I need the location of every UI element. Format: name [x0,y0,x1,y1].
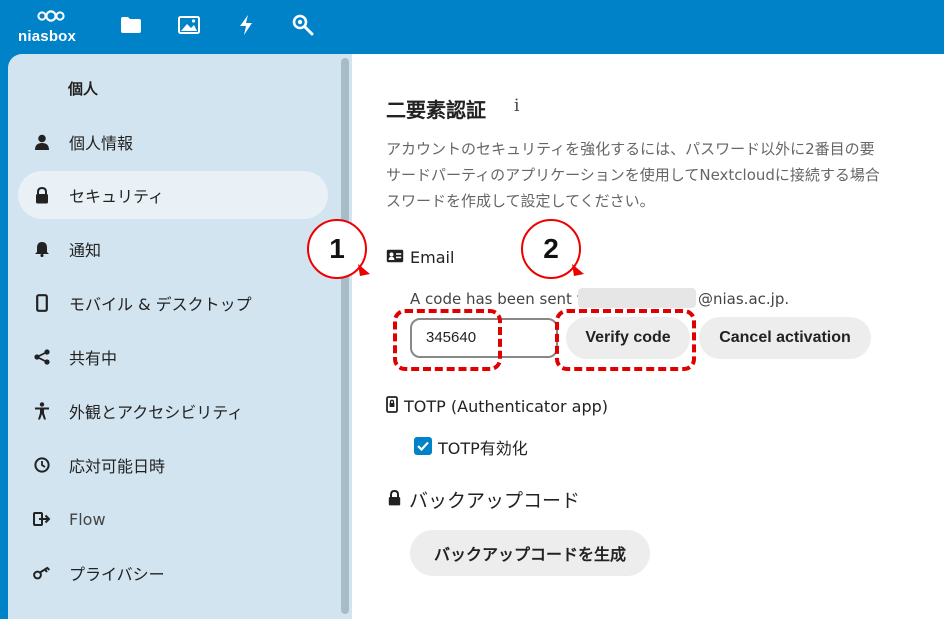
flow-icon [32,509,52,529]
top-header: niasbox [0,0,944,54]
lock-icon [388,489,401,510]
key-icon [32,563,52,583]
annotation-arrow-1 [358,264,370,276]
description-line: スワードを作成して設定してください。 [386,192,655,210]
logo-text: niasbox [18,28,77,45]
code-sent-domain: @nias.ac.jp. [698,290,790,308]
sidebar-item-mobile-desktop[interactable]: モバイル & デスクトップ [18,279,328,327]
sidebar-item-label: Flow [69,509,106,529]
description-line: アカウントのセキュリティを強化するには、パスワード以外に2番目の要 [386,140,875,158]
totp-enable-checkbox[interactable] [414,437,432,455]
cancel-activation-button[interactable]: Cancel activation [699,317,871,359]
sidebar-item-label: 応対可能日時 [69,457,166,476]
generate-backup-codes-button[interactable]: バックアップコードを生成 [410,530,650,576]
share-icon [32,347,52,367]
files-icon[interactable] [117,11,145,39]
sidebar-item-flow[interactable]: Flow [18,495,328,543]
backup-codes-header: バックアップコード [388,486,580,513]
email-provider-header: Email [386,248,454,267]
sidebar-item-personal-info[interactable]: 個人情報 [18,118,328,166]
page-title: 二要素認証 [386,98,486,122]
totp-provider-header: TOTP (Authenticator app) [386,396,608,417]
app-logo[interactable]: niasbox [16,8,88,48]
sidebar-item-label: 共有中 [69,349,118,368]
sidebar-item-appearance[interactable]: 外観とアクセシビリティ [18,387,328,435]
annotation-highlight-verify-button [555,309,696,371]
description-line: サードパーティのアプリケーションを使用してNextcloudに接続する場合 [386,166,880,184]
sidebar-item-sharing[interactable]: 共有中 [18,333,328,381]
redacted-email [578,288,696,308]
activity-icon[interactable] [232,11,260,39]
authenticator-icon [386,396,398,417]
lock-icon [32,185,52,205]
info-icon[interactable]: i [514,96,519,116]
sidebar-heading: 個人 [68,80,99,98]
email-provider-label: Email [410,248,455,267]
sidebar-item-label: モバイル & デスクトップ [69,295,252,314]
totp-enable-label[interactable]: TOTP有効化 [438,435,528,459]
user-icon [32,132,52,152]
backup-codes-title: バックアップコード [409,490,581,512]
search-icon[interactable] [289,11,317,39]
code-sent-message: A code has been sent to [410,290,592,308]
sidebar-item-label: セキュリティ [69,187,165,206]
logo-icon [37,10,65,22]
sidebar-item-notifications[interactable]: 通知 [18,225,328,273]
sidebar-scrollbar[interactable] [341,58,349,614]
sidebar-item-privacy[interactable]: プライバシー [18,549,328,597]
annotation-highlight-code-input [393,309,502,371]
sidebar-item-label: プライバシー [69,565,165,584]
photos-icon[interactable] [175,11,203,39]
sidebar-item-label: 個人情報 [69,134,134,153]
phone-icon [32,293,52,313]
sidebar-item-label: 通知 [69,241,102,260]
id-card-icon [386,248,404,267]
settings-sidebar: 個人 個人情報 セキュリティ 通知 モバイル & デスクトップ 共有中 外観とア… [8,54,352,619]
sidebar-item-security[interactable]: セキュリティ [18,171,328,219]
bell-icon [32,239,52,259]
clock-icon [32,455,52,475]
accessibility-icon [32,401,52,421]
annotation-arrow-2 [572,264,584,276]
totp-provider-label: TOTP (Authenticator app) [404,397,609,416]
checkmark-icon [417,441,429,451]
sidebar-item-availability[interactable]: 応対可能日時 [18,441,328,489]
sidebar-item-label: 外観とアクセシビリティ [69,403,244,422]
